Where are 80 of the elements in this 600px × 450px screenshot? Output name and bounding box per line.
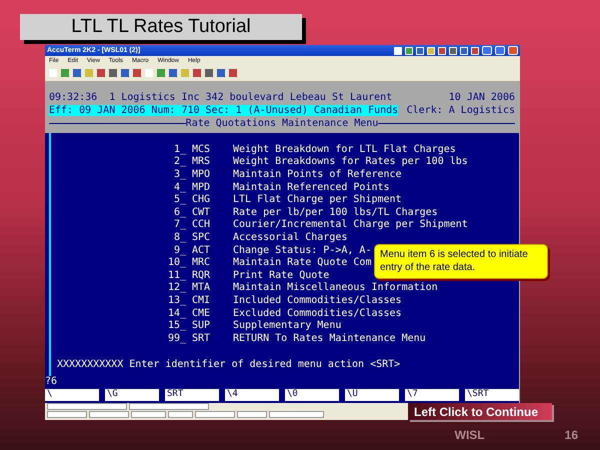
prompt-text: XXXXXXXXXXX Enter identifier of desired menu action <SRT>: [56, 358, 402, 372]
item-label: Accessorial Charges: [233, 232, 348, 243]
item-number: 2_: [172, 156, 186, 168]
item-number: 6_: [172, 206, 186, 218]
item-code: MPO: [191, 168, 212, 180]
item-label: Excluded Commodities/Classes: [233, 308, 402, 319]
item-code: MRS: [191, 156, 212, 168]
item-code: RQR: [191, 270, 212, 281]
taskbar-button[interactable]: [47, 403, 127, 410]
item-number: 9_: [172, 244, 186, 256]
taskbar-button[interactable]: [237, 411, 267, 418]
item-number: 3_: [172, 168, 186, 180]
header-text: 09:32:36 1 Logistics Inc 342 boulevard Lebeau St Laurent: [49, 92, 392, 103]
menu-title: Rate Quotations Maintenance Menu: [186, 118, 378, 128]
taskbar-button[interactable]: [269, 411, 324, 418]
status-text: Eff: 09 JAN 2006 Num: 710 Sec: 1 (A-Unused) Canadian Funds: [49, 105, 398, 116]
callout: Menu item 6 is selected to initiate entry of the rate data.: [374, 244, 548, 279]
item-number: 1_: [172, 144, 186, 155]
item-code: SUP: [191, 320, 212, 332]
item-number: 5_: [172, 194, 186, 206]
function-key[interactable]: \7: [405, 389, 459, 401]
item-label: Included Commodities/Classes: [233, 294, 402, 306]
function-key[interactable]: \: [45, 389, 99, 401]
item-code: CHG: [191, 194, 212, 206]
item-code: CCH: [191, 219, 212, 230]
header-date: 10 JAN 2006: [448, 92, 515, 103]
item-label: Print Rate Quote: [233, 270, 330, 281]
item-label: Maintain Miscellaneous Information: [233, 282, 438, 294]
item-label: Rate per lb/per 100 lbs/TL Charges: [233, 206, 438, 218]
item-code: MTA: [191, 282, 212, 294]
page-number: 16: [564, 428, 578, 442]
item-code: MCS: [191, 144, 212, 155]
function-key[interactable]: \U: [345, 389, 399, 401]
item-number: 12_: [166, 282, 186, 294]
slide-title: LTL TL Rates Tutorial: [20, 14, 302, 40]
function-key[interactable]: \0: [285, 389, 339, 401]
item-number: 11_: [166, 270, 186, 281]
item-label: Courier/Incremental Charge per Shipment: [233, 219, 468, 230]
item-number: 10_: [166, 257, 186, 268]
close-button[interactable]: [508, 46, 518, 55]
item-label: Maintain Rate Quote Com: [233, 257, 372, 268]
clerk-text: Clerk: A Logistics: [406, 105, 515, 116]
item-code: MPD: [191, 182, 212, 193]
item-number: 7_: [172, 219, 186, 230]
item-code: MRC: [191, 257, 212, 268]
item-number: 99_: [166, 332, 186, 344]
item-number: 15_: [166, 320, 186, 332]
taskbar-button[interactable]: [168, 411, 193, 418]
item-code: SRT: [191, 332, 212, 344]
taskbar-button[interactable]: [131, 411, 166, 418]
item-label: Weight Breakdowns for Rates per 100 lbs: [233, 156, 468, 168]
item-code: CME: [191, 308, 212, 319]
function-key[interactable]: \4: [225, 389, 279, 401]
item-label: LTL Flat Charge per Shipment: [233, 194, 402, 206]
taskbar-button[interactable]: [129, 403, 209, 410]
item-label: Supplementary Menu: [233, 320, 342, 332]
function-key[interactable]: \G: [105, 389, 159, 401]
item-code: ACT: [191, 244, 212, 256]
item-number: 4_: [172, 182, 186, 193]
taskbar-button[interactable]: [47, 411, 87, 418]
taskbar-button[interactable]: [89, 411, 129, 418]
item-label: RETURN To Rates Maintenance Menu: [233, 332, 426, 344]
continue-button[interactable]: Left Click to Continue: [408, 403, 552, 420]
footer-org: WISL: [454, 428, 485, 442]
function-key[interactable]: \SRT: [465, 389, 519, 401]
function-key[interactable]: SRT: [165, 389, 219, 401]
item-label: Maintain Referenced Points: [233, 182, 390, 193]
item-code: CWT: [191, 206, 212, 218]
item-code: CMI: [191, 294, 212, 306]
item-number: 13_: [166, 294, 186, 306]
item-label: Change Status: P->A, A-: [233, 244, 372, 256]
item-number: 8_: [172, 232, 186, 243]
item-number: 14_: [166, 308, 186, 319]
input-text[interactable]: ?6: [45, 376, 519, 388]
taskbar-button[interactable]: [195, 411, 235, 418]
item-label: Maintain Points of Reference: [233, 168, 402, 180]
item-code: SPC: [191, 232, 212, 243]
item-label: Weight Breakdown for LTL Flat Charges: [233, 144, 456, 155]
minimize-button[interactable]: [482, 46, 492, 55]
maximize-button[interactable]: [495, 46, 505, 55]
